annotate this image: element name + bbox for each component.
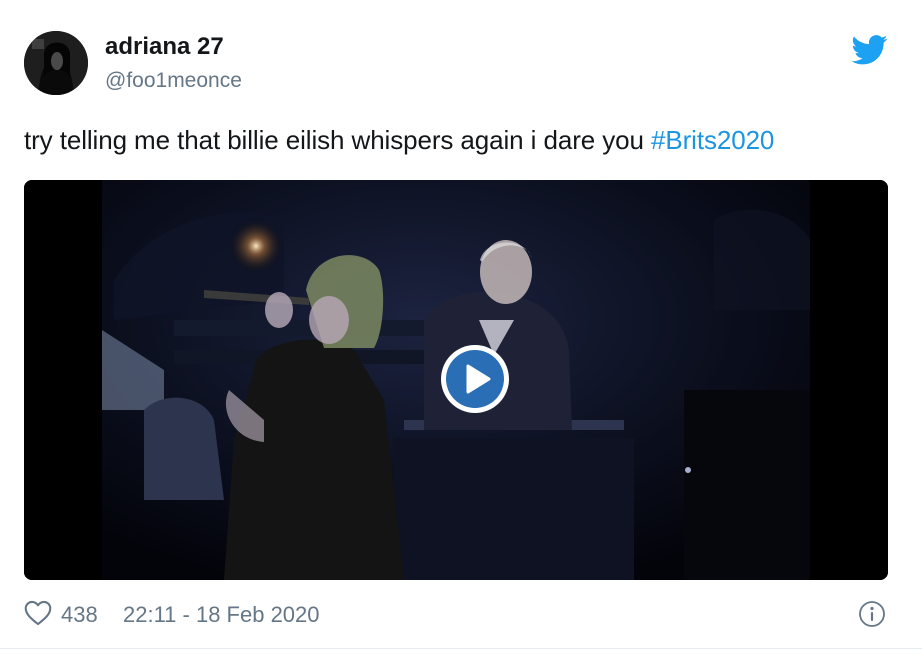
- tweet-card: adriana 27 @foo1meonce try telling me th…: [0, 0, 922, 656]
- like-count: 438: [61, 602, 98, 627]
- tweet-text: try telling me that billie eilish whispe…: [24, 125, 774, 156]
- display-name[interactable]: adriana 27: [105, 33, 224, 61]
- timestamp[interactable]: 22:11 - 18 Feb 2020: [123, 602, 320, 628]
- divider: [0, 648, 922, 649]
- tweet-footer: 438 22:11 - 18 Feb 2020: [24, 598, 890, 630]
- avatar[interactable]: [24, 31, 88, 95]
- play-icon[interactable]: [439, 343, 511, 415]
- tweet-body: try telling me that billie eilish whispe…: [24, 125, 651, 155]
- info-icon[interactable]: [858, 600, 886, 628]
- video-player[interactable]: [24, 180, 888, 580]
- heart-icon[interactable]: [24, 600, 52, 626]
- user-handle[interactable]: @foo1meonce: [105, 69, 242, 93]
- hashtag-link[interactable]: #Brits2020: [651, 125, 774, 155]
- twitter-bird-icon[interactable]: [852, 35, 888, 65]
- avatar-image: [24, 31, 88, 95]
